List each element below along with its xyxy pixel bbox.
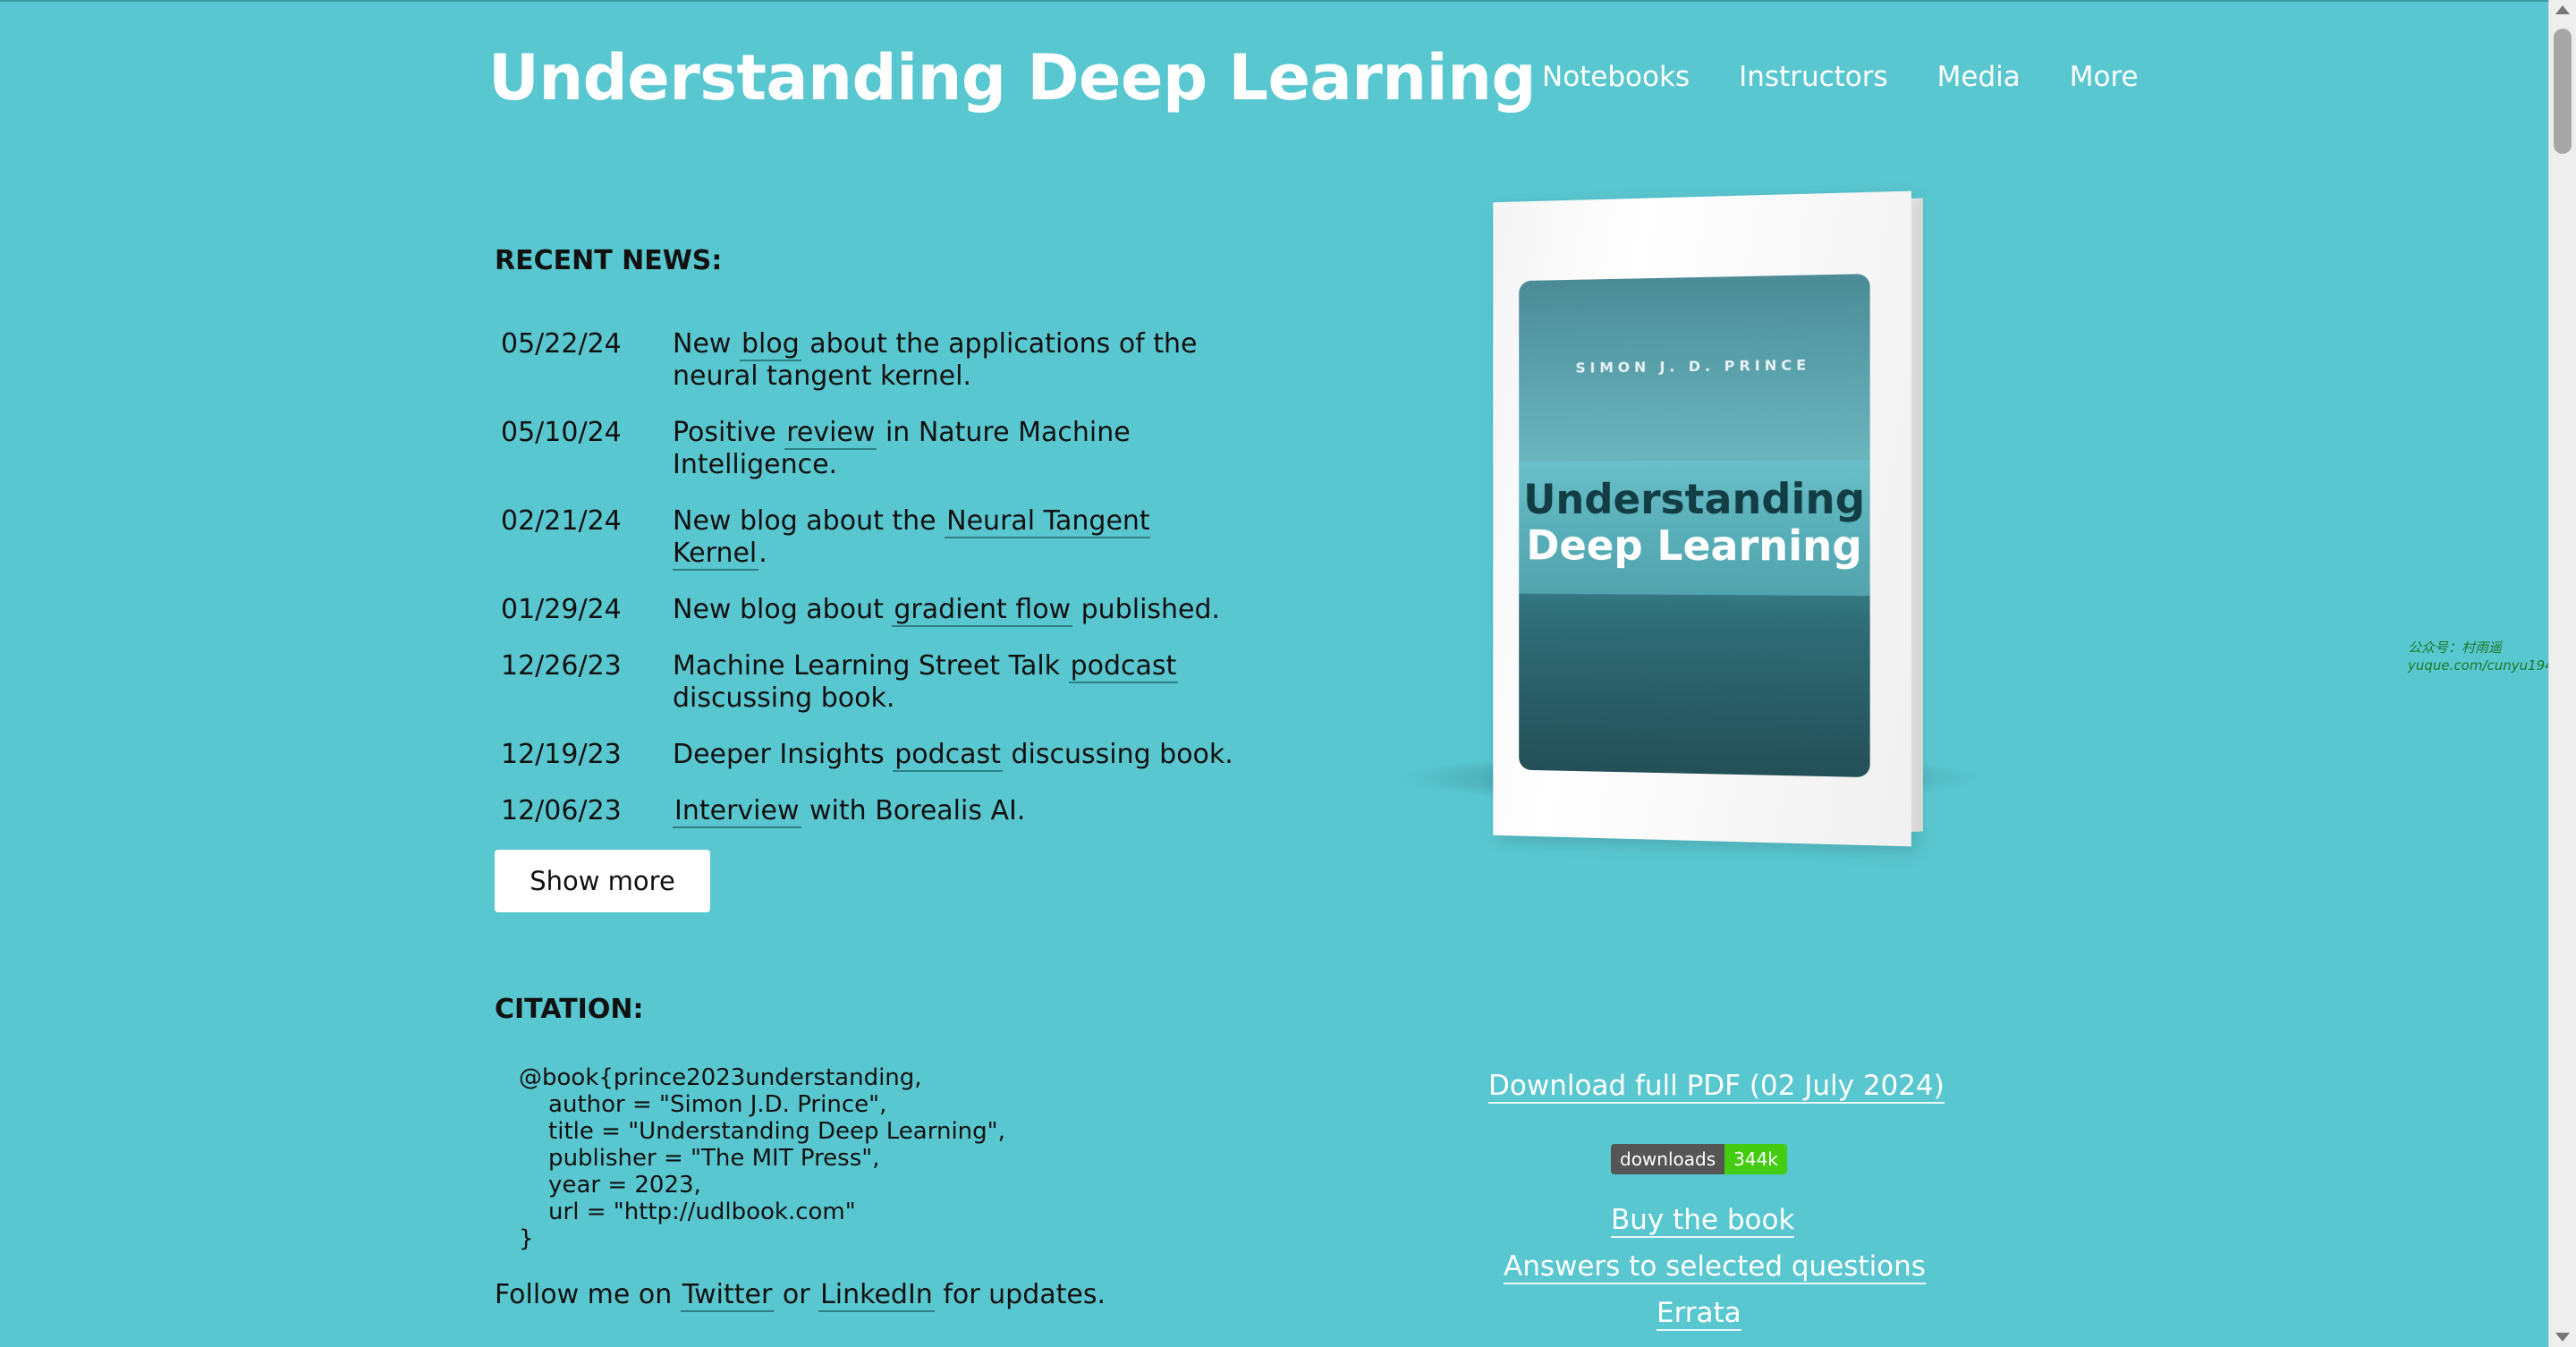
downloads-badge: downloads 344k <box>1611 1144 1787 1174</box>
book-title: Understanding Deep Learning <box>1523 474 1866 571</box>
news-text: New blog about the applications of the n… <box>673 328 1198 392</box>
page-scrollbar[interactable] <box>2548 0 2576 1347</box>
nav-instructors[interactable]: Instructors <box>1739 61 1888 93</box>
recent-news-heading: RECENT NEWS: <box>495 245 723 276</box>
news-text: Machine Learning Street Talk podcast dis… <box>673 650 1179 714</box>
news-text: Interview with Borealis AI. <box>673 795 1026 828</box>
nav-more[interactable]: More <box>2070 61 2139 93</box>
book-cover-image: SIMON J. D. PRINCE Understanding Deep Le… <box>1377 179 1986 877</box>
scroll-thumb[interactable] <box>2554 29 2572 154</box>
linkedin-link[interactable]: LinkedIn <box>818 1279 935 1312</box>
news-list: 05/22/24 New blog about the applications… <box>501 328 1252 851</box>
news-link-blog[interactable]: blog <box>739 328 801 361</box>
news-link-gradient-flow[interactable]: gradient flow <box>892 594 1073 627</box>
news-item: 12/19/23 Deeper Insights podcast discuss… <box>501 739 1252 772</box>
watermark: 公众号：村雨遥 yuque.com/cunyu1943 <box>2408 640 2563 674</box>
show-more-button[interactable]: Show more <box>495 850 710 912</box>
twitter-link[interactable]: Twitter <box>680 1279 775 1312</box>
news-date: 12/19/23 <box>501 739 622 770</box>
news-text: New blog about the Neural Tangent Kernel… <box>673 505 1150 571</box>
download-pdf-link[interactable]: Download full PDF (02 July 2024) <box>1488 1070 1945 1104</box>
news-item: 02/21/24 New blog about the Neural Tange… <box>501 505 1252 571</box>
news-item: 05/10/24 Positive review in Nature Machi… <box>501 417 1252 481</box>
news-date: 05/22/24 <box>501 328 622 360</box>
buy-book-link[interactable]: Buy the book <box>1611 1204 1795 1238</box>
news-date: 02/21/24 <box>501 505 622 537</box>
news-text: Positive review in Nature Machine Intell… <box>673 417 1131 480</box>
citation-bibtex: @book{prince2023understanding, author = … <box>519 1064 1005 1252</box>
nav-notebooks[interactable]: Notebooks <box>1542 61 1690 93</box>
nav-media[interactable]: Media <box>1937 61 2021 93</box>
answers-link[interactable]: Answers to selected questions <box>1504 1250 1926 1284</box>
news-date: 05/10/24 <box>501 417 622 448</box>
news-link-interview[interactable]: Interview <box>673 795 801 828</box>
news-item: 05/22/24 New blog about the applications… <box>501 328 1252 393</box>
book-cover: SIMON J. D. PRINCE Understanding Deep Le… <box>1493 191 1911 847</box>
news-text: Deeper Insights podcast discussing book. <box>673 739 1233 772</box>
page-frame <box>0 0 2576 1347</box>
news-link-podcast-deeper-insights[interactable]: podcast <box>893 739 1003 772</box>
news-item: 12/06/23 Interview with Borealis AI. <box>501 795 1252 828</box>
news-date: 01/29/24 <box>501 594 622 625</box>
site-title[interactable]: Understanding Deep Learning <box>488 41 1537 114</box>
news-text: New blog about gradient flow published. <box>673 594 1221 627</box>
news-date: 12/06/23 <box>501 795 622 826</box>
news-link-review[interactable]: review <box>784 417 877 450</box>
news-date: 12/26/23 <box>501 650 622 682</box>
main-nav: Notebooks Instructors Media More <box>1542 61 2139 93</box>
follow-text: Follow me on Twitter or LinkedIn for upd… <box>495 1279 1106 1312</box>
news-link-podcast-mlst[interactable]: podcast <box>1068 650 1179 683</box>
citation-heading: CITATION: <box>495 994 644 1025</box>
errata-link[interactable]: Errata <box>1657 1297 1741 1331</box>
scroll-up-arrow-icon[interactable] <box>2555 5 2570 14</box>
news-item: 12/26/23 Machine Learning Street Talk po… <box>501 650 1252 715</box>
news-item: 01/29/24 New blog about gradient flow pu… <box>501 594 1252 627</box>
scroll-down-arrow-icon[interactable] <box>2555 1333 2570 1342</box>
